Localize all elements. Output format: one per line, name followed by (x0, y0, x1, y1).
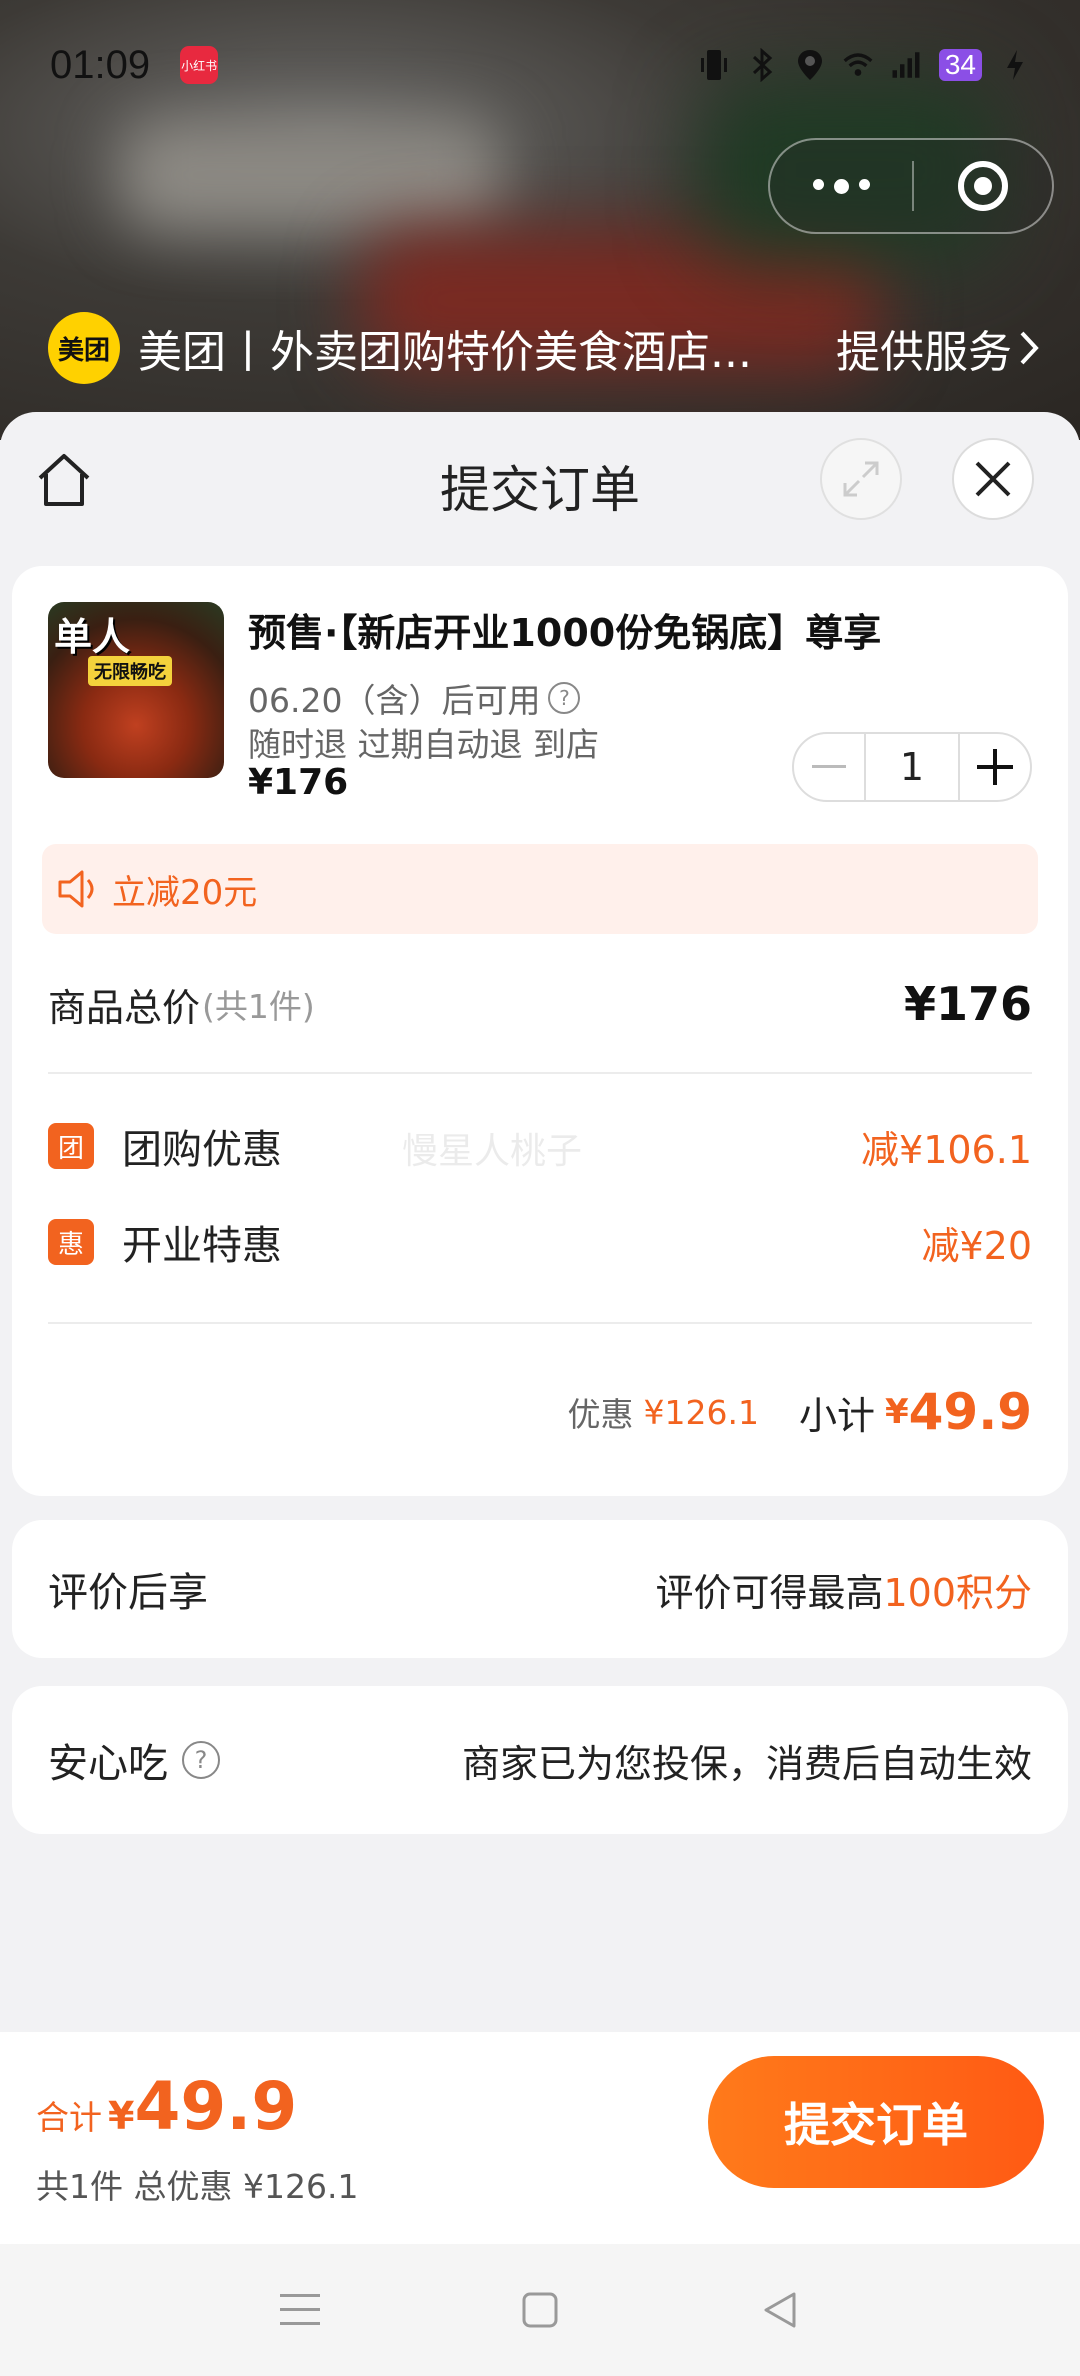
safe-eating-card: 安心吃 ? 商家已为您投保，消费后自动生效 (12, 1686, 1068, 1834)
sheet-header: 提交订单 (0, 412, 1080, 546)
increase-button[interactable] (960, 734, 1030, 800)
status-bar: 01:09 小红书 34 (50, 40, 1030, 90)
menu-icon[interactable] (270, 2280, 330, 2340)
location-icon (795, 48, 825, 82)
page-title: 提交订单 (440, 461, 640, 519)
saving-label: 优惠 (567, 1395, 634, 1434)
close-icon[interactable] (952, 438, 1034, 520)
provide-service-link[interactable]: 提供服务 (836, 316, 1040, 380)
signal-icon (891, 48, 921, 82)
discount-name: 开业特惠 (122, 1223, 282, 1269)
decrease-button[interactable] (794, 734, 864, 800)
quantity-value[interactable]: 1 (864, 734, 960, 800)
help-icon[interactable]: ? (182, 1741, 220, 1779)
bluetooth-icon (747, 48, 777, 82)
safe-eating-label-group: 安心吃 ? (48, 1731, 220, 1789)
discount-value: 减¥106.1 (861, 1127, 1032, 1172)
discount-value: 减¥20 (921, 1223, 1032, 1268)
subtotal-label: 小计 (798, 1393, 875, 1438)
saving-value: ¥126.1 (643, 1392, 759, 1432)
miniprogram-capsule (768, 138, 1054, 234)
product-title: 预售·【新店开业1000份免锅底】尊享 (248, 611, 882, 655)
goods-count: (共1件) (202, 987, 315, 1026)
chevron-right-icon (1020, 331, 1039, 365)
discount-name: 团购优惠 (122, 1127, 282, 1173)
product-date-text: 06.20（含）后可用 (248, 681, 541, 720)
promo-banner: 立减20元 (42, 844, 1038, 934)
battery-level: 34 (938, 49, 982, 81)
review-label: 评价后享 (48, 1570, 208, 1616)
xiaohongshu-app-icon: 小红书 (180, 46, 219, 84)
thumbnail-subtitle: 无限畅吃 (88, 656, 172, 686)
safe-eating-label: 安心吃 (48, 1741, 168, 1787)
order-sheet: 提交订单 单人 无限畅吃 预售·【新店开业1000份免锅底】尊享 06.20（含… (0, 412, 1080, 2032)
back-icon[interactable] (750, 2280, 810, 2340)
product-tags: 随时退 过期自动退 到店 (248, 725, 599, 764)
speaker-icon (58, 870, 94, 908)
order-total: 合计 ¥ 49.9 (36, 2068, 297, 2145)
total-currency: ¥ (108, 2094, 135, 2138)
status-time: 01:09 (50, 42, 151, 87)
goods-total-amount: ¥176 (903, 977, 1032, 1031)
review-reward-card[interactable]: 评价后享 评价可得最高100积分 (12, 1520, 1068, 1658)
review-points: 100积分 (883, 1570, 1032, 1615)
provide-service-label: 提供服务 (836, 327, 1012, 378)
promo-text: 立减20元 (112, 872, 258, 913)
home-square-icon[interactable] (510, 2280, 570, 2340)
divider (48, 1322, 1032, 1324)
help-icon[interactable]: ? (548, 682, 581, 714)
bottom-bar: 合计 ¥ 49.9 共1件 总优惠 ¥126.1 提交订单 (0, 2032, 1080, 2244)
thumbnail-title: 单人 (54, 615, 131, 659)
total-value: 49.9 (134, 2068, 298, 2145)
submit-order-button[interactable]: 提交订单 (708, 2056, 1044, 2188)
more-options-icon[interactable] (770, 178, 912, 194)
review-text-prefix: 评价可得最高 (655, 1570, 884, 1615)
subtotal-row: 优惠 ¥126.1 小计 ¥ 49.9 (48, 1372, 1032, 1452)
subtotal-value: 49.9 (908, 1383, 1032, 1441)
exit-miniprogram-icon[interactable] (914, 159, 1052, 213)
total-summary: 共1件 总优惠 ¥126.1 (36, 2167, 359, 2206)
insurance-text: 商家已为您投保，消费后自动生效 (461, 1741, 1032, 1786)
subtotal-currency: ¥ (884, 1392, 909, 1432)
review-reward-text: 评价可得最高100积分 (655, 1562, 1032, 1617)
provider-name: 美团丨外卖团购特价美食酒店... (138, 327, 752, 378)
charging-icon (1000, 48, 1030, 82)
vibrate-icon (699, 48, 729, 82)
divider (48, 1072, 1032, 1074)
discount-row: 惠 开业特惠 减¥20 (48, 1202, 1032, 1282)
goods-total-row: 商品总价 (共1件) ¥176 (48, 964, 1032, 1044)
opening-offer-tag: 惠 (48, 1219, 94, 1265)
service-provider-bar[interactable]: 美团 美团丨外卖团购特价美食酒店... 提供服务 (48, 310, 1040, 386)
expand-icon[interactable] (820, 438, 902, 520)
discount-row: 团 团购优惠 减¥106.1 (48, 1106, 1032, 1186)
order-card: 单人 无限畅吃 预售·【新店开业1000份免锅底】尊享 06.20（含）后可用 … (12, 566, 1068, 1496)
system-nav-bar (0, 2244, 1080, 2376)
goods-total-label: 商品总价 (48, 985, 201, 1030)
meituan-logo: 美团 (48, 312, 120, 384)
quantity-stepper: 1 (792, 732, 1032, 802)
wifi-icon (843, 48, 873, 82)
product-thumbnail: 单人 无限畅吃 (48, 602, 224, 778)
total-label: 合计 (36, 2098, 102, 2137)
product-date: 06.20（含）后可用 ? (248, 674, 581, 722)
group-buy-tag: 团 (48, 1123, 94, 1169)
product-price: ¥176 (248, 762, 349, 803)
